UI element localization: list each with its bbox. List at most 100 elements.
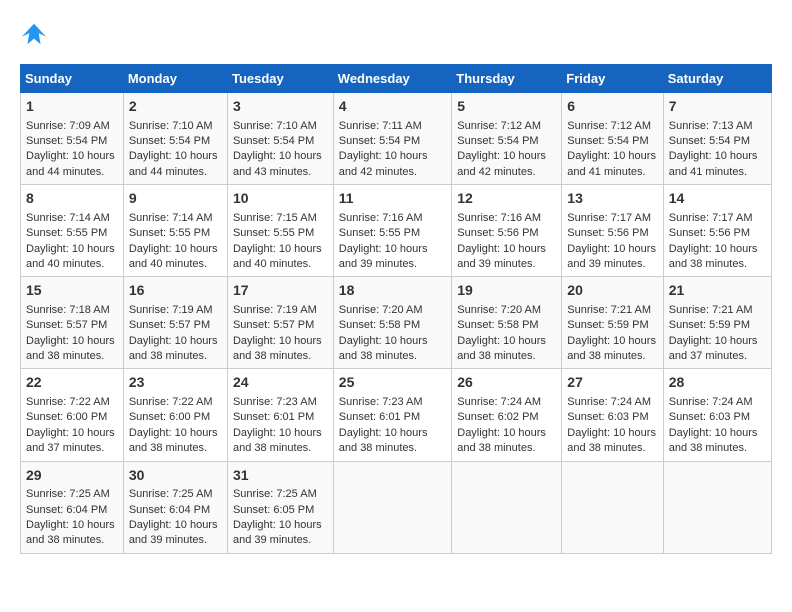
daylight-label: Daylight: 10 hours and 44 minutes. xyxy=(26,150,115,177)
col-header-thursday: Thursday xyxy=(452,65,562,93)
sunset-label: Sunset: 6:01 PM xyxy=(233,411,314,423)
sunset-label: Sunset: 6:02 PM xyxy=(457,411,538,423)
calendar-cell: 3 Sunrise: 7:10 AM Sunset: 5:54 PM Dayli… xyxy=(227,93,333,185)
sunset-label: Sunset: 5:57 PM xyxy=(129,319,210,331)
day-number: 15 xyxy=(26,281,118,301)
sunrise-label: Sunrise: 7:10 AM xyxy=(233,120,317,132)
calendar-cell: 2 Sunrise: 7:10 AM Sunset: 5:54 PM Dayli… xyxy=(123,93,227,185)
sunrise-label: Sunrise: 7:20 AM xyxy=(457,304,541,316)
sunset-label: Sunset: 6:04 PM xyxy=(26,504,107,516)
day-number: 6 xyxy=(567,97,657,117)
calendar-week-2: 8 Sunrise: 7:14 AM Sunset: 5:55 PM Dayli… xyxy=(21,185,772,277)
calendar-cell: 6 Sunrise: 7:12 AM Sunset: 5:54 PM Dayli… xyxy=(562,93,663,185)
day-number: 20 xyxy=(567,281,657,301)
day-number: 29 xyxy=(26,466,118,486)
sunset-label: Sunset: 5:54 PM xyxy=(567,135,648,147)
calendar-cell: 4 Sunrise: 7:11 AM Sunset: 5:54 PM Dayli… xyxy=(333,93,451,185)
col-header-friday: Friday xyxy=(562,65,663,93)
calendar-cell: 21 Sunrise: 7:21 AM Sunset: 5:59 PM Dayl… xyxy=(663,277,771,369)
calendar-week-3: 15 Sunrise: 7:18 AM Sunset: 5:57 PM Dayl… xyxy=(21,277,772,369)
daylight-label: Daylight: 10 hours and 37 minutes. xyxy=(669,335,758,362)
calendar-cell: 16 Sunrise: 7:19 AM Sunset: 5:57 PM Dayl… xyxy=(123,277,227,369)
sunset-label: Sunset: 5:56 PM xyxy=(669,227,750,239)
sunrise-label: Sunrise: 7:25 AM xyxy=(129,488,213,500)
day-number: 22 xyxy=(26,373,118,393)
sunrise-label: Sunrise: 7:12 AM xyxy=(567,120,651,132)
sunrise-label: Sunrise: 7:14 AM xyxy=(26,212,110,224)
sunset-label: Sunset: 6:03 PM xyxy=(567,411,648,423)
calendar-cell: 28 Sunrise: 7:24 AM Sunset: 6:03 PM Dayl… xyxy=(663,369,771,461)
day-number: 2 xyxy=(129,97,222,117)
sunrise-label: Sunrise: 7:09 AM xyxy=(26,120,110,132)
day-number: 14 xyxy=(669,189,766,209)
sunrise-label: Sunrise: 7:22 AM xyxy=(129,396,213,408)
calendar-cell: 5 Sunrise: 7:12 AM Sunset: 5:54 PM Dayli… xyxy=(452,93,562,185)
col-header-wednesday: Wednesday xyxy=(333,65,451,93)
sunrise-label: Sunrise: 7:25 AM xyxy=(233,488,317,500)
calendar-cell: 25 Sunrise: 7:23 AM Sunset: 6:01 PM Dayl… xyxy=(333,369,451,461)
calendar-cell: 8 Sunrise: 7:14 AM Sunset: 5:55 PM Dayli… xyxy=(21,185,124,277)
sunset-label: Sunset: 5:59 PM xyxy=(669,319,750,331)
day-number: 7 xyxy=(669,97,766,117)
sunset-label: Sunset: 5:55 PM xyxy=(129,227,210,239)
sunset-label: Sunset: 6:04 PM xyxy=(129,504,210,516)
daylight-label: Daylight: 10 hours and 42 minutes. xyxy=(457,150,546,177)
sunrise-label: Sunrise: 7:24 AM xyxy=(567,396,651,408)
sunrise-label: Sunrise: 7:19 AM xyxy=(129,304,213,316)
daylight-label: Daylight: 10 hours and 38 minutes. xyxy=(457,335,546,362)
calendar-cell xyxy=(333,461,451,553)
daylight-label: Daylight: 10 hours and 40 minutes. xyxy=(233,243,322,270)
calendar-table: SundayMondayTuesdayWednesdayThursdayFrid… xyxy=(20,64,772,554)
sunrise-label: Sunrise: 7:16 AM xyxy=(457,212,541,224)
day-number: 8 xyxy=(26,189,118,209)
col-header-sunday: Sunday xyxy=(21,65,124,93)
col-header-saturday: Saturday xyxy=(663,65,771,93)
sunset-label: Sunset: 5:58 PM xyxy=(339,319,420,331)
calendar-cell: 10 Sunrise: 7:15 AM Sunset: 5:55 PM Dayl… xyxy=(227,185,333,277)
calendar-cell: 1 Sunrise: 7:09 AM Sunset: 5:54 PM Dayli… xyxy=(21,93,124,185)
sunrise-label: Sunrise: 7:20 AM xyxy=(339,304,423,316)
sunset-label: Sunset: 6:00 PM xyxy=(26,411,107,423)
calendar-cell: 18 Sunrise: 7:20 AM Sunset: 5:58 PM Dayl… xyxy=(333,277,451,369)
sunset-label: Sunset: 6:00 PM xyxy=(129,411,210,423)
sunrise-label: Sunrise: 7:12 AM xyxy=(457,120,541,132)
sunset-label: Sunset: 5:54 PM xyxy=(233,135,314,147)
sunset-label: Sunset: 5:59 PM xyxy=(567,319,648,331)
calendar-cell: 29 Sunrise: 7:25 AM Sunset: 6:04 PM Dayl… xyxy=(21,461,124,553)
calendar-cell: 23 Sunrise: 7:22 AM Sunset: 6:00 PM Dayl… xyxy=(123,369,227,461)
page-header xyxy=(20,20,772,48)
day-number: 9 xyxy=(129,189,222,209)
day-number: 30 xyxy=(129,466,222,486)
daylight-label: Daylight: 10 hours and 38 minutes. xyxy=(129,427,218,454)
sunset-label: Sunset: 5:54 PM xyxy=(457,135,538,147)
sunset-label: Sunset: 5:55 PM xyxy=(233,227,314,239)
daylight-label: Daylight: 10 hours and 38 minutes. xyxy=(567,335,656,362)
daylight-label: Daylight: 10 hours and 38 minutes. xyxy=(233,335,322,362)
daylight-label: Daylight: 10 hours and 39 minutes. xyxy=(457,243,546,270)
calendar-cell: 27 Sunrise: 7:24 AM Sunset: 6:03 PM Dayl… xyxy=(562,369,663,461)
day-number: 12 xyxy=(457,189,556,209)
day-number: 23 xyxy=(129,373,222,393)
sunrise-label: Sunrise: 7:18 AM xyxy=(26,304,110,316)
sunrise-label: Sunrise: 7:16 AM xyxy=(339,212,423,224)
sunset-label: Sunset: 5:55 PM xyxy=(26,227,107,239)
daylight-label: Daylight: 10 hours and 38 minutes. xyxy=(669,427,758,454)
calendar-cell: 9 Sunrise: 7:14 AM Sunset: 5:55 PM Dayli… xyxy=(123,185,227,277)
calendar-cell: 11 Sunrise: 7:16 AM Sunset: 5:55 PM Dayl… xyxy=(333,185,451,277)
daylight-label: Daylight: 10 hours and 39 minutes. xyxy=(129,519,218,546)
sunrise-label: Sunrise: 7:24 AM xyxy=(669,396,753,408)
daylight-label: Daylight: 10 hours and 41 minutes. xyxy=(669,150,758,177)
calendar-cell: 24 Sunrise: 7:23 AM Sunset: 6:01 PM Dayl… xyxy=(227,369,333,461)
sunrise-label: Sunrise: 7:15 AM xyxy=(233,212,317,224)
day-number: 24 xyxy=(233,373,328,393)
calendar-week-4: 22 Sunrise: 7:22 AM Sunset: 6:00 PM Dayl… xyxy=(21,369,772,461)
day-number: 19 xyxy=(457,281,556,301)
calendar-cell: 19 Sunrise: 7:20 AM Sunset: 5:58 PM Dayl… xyxy=(452,277,562,369)
daylight-label: Daylight: 10 hours and 39 minutes. xyxy=(233,519,322,546)
daylight-label: Daylight: 10 hours and 43 minutes. xyxy=(233,150,322,177)
daylight-label: Daylight: 10 hours and 38 minutes. xyxy=(457,427,546,454)
sunset-label: Sunset: 5:54 PM xyxy=(339,135,420,147)
daylight-label: Daylight: 10 hours and 41 minutes. xyxy=(567,150,656,177)
col-header-tuesday: Tuesday xyxy=(227,65,333,93)
day-number: 13 xyxy=(567,189,657,209)
